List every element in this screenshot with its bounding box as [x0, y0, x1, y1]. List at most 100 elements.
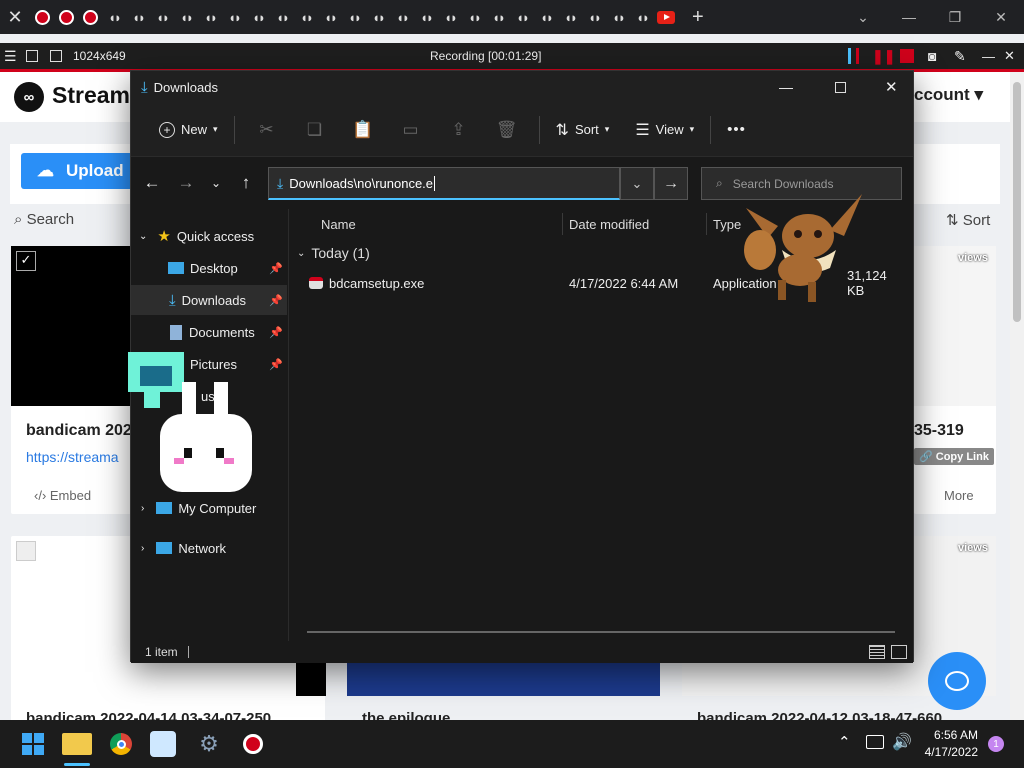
streamable-logo-icon[interactable]: ∞ [14, 82, 44, 112]
audio-tab-icon[interactable]: ◖◗ [606, 5, 630, 29]
region-icon[interactable] [50, 50, 62, 62]
group-header[interactable]: ⌄ Today (1) [297, 245, 370, 261]
pin-icon[interactable]: 📌 [269, 262, 283, 275]
address-bar[interactable]: ⤓ Downloads\no\runonce.e [268, 167, 620, 200]
audio-tab-icon[interactable]: ◖◗ [102, 5, 126, 29]
audio-tab-icon[interactable]: ◖◗ [246, 5, 270, 29]
forward-arrow-icon[interactable]: → [171, 168, 201, 198]
video-title[interactable]: bandicam 202 [26, 422, 132, 440]
column-date-modified[interactable]: Date modified [569, 217, 649, 232]
audio-tab-icon[interactable]: ◖◗ [342, 5, 366, 29]
paste-icon[interactable]: 📋 [339, 120, 387, 140]
copy-link-button[interactable]: 🔗 Copy Link [914, 448, 994, 465]
back-arrow-icon[interactable]: ← [137, 168, 167, 198]
select-checkbox[interactable]: ✓ [16, 251, 36, 271]
nav-downloads[interactable]: ⤓ Downloads 📌 [131, 285, 287, 315]
new-tab-button[interactable]: + [692, 6, 704, 29]
pencil-icon[interactable]: ✎ [954, 48, 966, 65]
settings-gear-icon[interactable]: ⚙ [194, 729, 224, 759]
audio-tab-icon[interactable]: ◖◗ [486, 5, 510, 29]
video-title[interactable]: the epilogue [362, 710, 450, 720]
audio-tab-icon[interactable]: ◖◗ [150, 5, 174, 29]
bandicam-taskbar-icon[interactable] [238, 729, 268, 759]
video-link[interactable]: https://streama [26, 449, 119, 465]
close-window-button[interactable]: ✕ [978, 0, 1024, 34]
audio-tab-icon[interactable]: ◖◗ [222, 5, 246, 29]
column-type[interactable]: Type [713, 217, 741, 232]
upload-button[interactable]: ☁ Upload [21, 153, 136, 189]
tiles-view-icon[interactable] [891, 645, 907, 659]
clock-time[interactable]: 6:56 AM [920, 728, 978, 742]
horizontal-scrollbar[interactable] [307, 631, 895, 633]
view-button[interactable]: ☰ View ▾ [627, 114, 702, 146]
chevron-up-icon[interactable]: ⌃ [838, 733, 851, 751]
close-tab-icon[interactable]: ✕ [0, 7, 30, 28]
file-explorer-taskbar-icon[interactable] [62, 733, 92, 755]
embed-button[interactable]: ‹/› Embed [34, 488, 91, 503]
copy-icon[interactable]: ❏ [291, 120, 339, 140]
nav-desktop[interactable]: Desktop 📌 [131, 253, 287, 283]
audio-tab-icon[interactable]: ◖◗ [414, 5, 438, 29]
audio-tab-icon[interactable]: ◖◗ [510, 5, 534, 29]
nav-my-computer[interactable]: › My Computer [131, 493, 287, 523]
new-button[interactable]: + New ▾ [151, 114, 226, 146]
audio-tab-icon[interactable]: ◖◗ [270, 5, 294, 29]
audio-tab-icon[interactable]: ◖◗ [438, 5, 462, 29]
audio-tab-icon[interactable]: ◖◗ [126, 5, 150, 29]
chevron-down-icon[interactable]: ⌄ [840, 0, 886, 34]
display-icon[interactable] [866, 735, 884, 749]
maximize-button[interactable] [835, 81, 846, 93]
nav-quick-access[interactable]: ⌄ ★ Quick access [131, 221, 287, 251]
sort-button[interactable]: ⇅ Sort ▾ [548, 114, 618, 146]
cut-icon[interactable]: ✂ [243, 120, 291, 140]
audio-tab-icon[interactable]: ◖◗ [198, 5, 222, 29]
windows-start-icon[interactable] [18, 729, 48, 759]
nav-network[interactable]: › Network [131, 533, 287, 563]
share-icon[interactable]: ⇪ [435, 120, 483, 140]
pin-icon[interactable]: 📌 [269, 358, 283, 371]
minimize-button[interactable]: — [886, 0, 932, 34]
pause-icon[interactable]: ❚❚ [872, 48, 895, 65]
audio-tab-icon[interactable]: ◖◗ [318, 5, 342, 29]
video-title[interactable]: bandicam 2022-04-12 03-18-47-660 [697, 710, 942, 720]
up-arrow-icon[interactable]: ↑ [231, 168, 261, 198]
chrome-taskbar-icon[interactable] [106, 729, 136, 759]
audio-tab-icon[interactable]: ◖◗ [462, 5, 486, 29]
delete-icon[interactable]: 🗑 [483, 120, 531, 140]
account-menu[interactable]: ccount ▾ [914, 85, 983, 105]
video-title[interactable]: bandicam 2022-04-14 03-34-07-250 [26, 710, 271, 720]
notification-badge[interactable]: 1 [988, 736, 1004, 752]
sort-link[interactable]: ⇅ Sort [946, 211, 990, 229]
nav-documents[interactable]: Documents 📌 [131, 317, 287, 347]
youtube-tab-icon[interactable] [654, 5, 678, 29]
select-checkbox[interactable] [16, 541, 36, 561]
audio-tab-icon[interactable]: ◖◗ [366, 5, 390, 29]
record-tab-icon[interactable] [78, 5, 102, 29]
record-tab-icon[interactable] [30, 5, 54, 29]
address-dropdown-icon[interactable]: ⌄ [620, 167, 654, 200]
recent-chevron-icon[interactable]: ⌄ [201, 168, 231, 198]
audio-tab-icon[interactable]: ◖◗ [582, 5, 606, 29]
minimize-button[interactable]: — [779, 79, 793, 95]
bunny-app-taskbar-icon[interactable] [150, 731, 176, 757]
page-scrollbar[interactable] [1010, 72, 1024, 720]
audio-tab-icon[interactable]: ◖◗ [630, 5, 654, 29]
video-thumbnail[interactable] [914, 246, 996, 406]
menu-icon[interactable]: ☰ [4, 48, 17, 65]
speaker-icon[interactable]: 🔊 [892, 732, 912, 752]
explorer-titlebar[interactable]: ⤓ Downloads — ✕ [131, 71, 913, 103]
go-arrow-icon[interactable]: → [654, 167, 688, 200]
chat-button[interactable] [928, 652, 986, 710]
stop-icon[interactable] [900, 49, 914, 63]
record-tab-icon[interactable] [54, 5, 78, 29]
audio-tab-icon[interactable]: ◖◗ [558, 5, 582, 29]
fullscreen-icon[interactable] [26, 50, 38, 62]
video-title[interactable]: 35-319 [914, 422, 964, 440]
minimize-recorder-button[interactable]: — [982, 49, 995, 64]
more-button[interactable]: More [944, 488, 974, 503]
close-button[interactable]: ✕ [885, 78, 898, 96]
address-input[interactable]: Downloads\no\runonce.e [289, 176, 433, 191]
more-options-button[interactable]: ••• [719, 114, 754, 146]
close-recorder-button[interactable]: ✕ [1004, 48, 1015, 64]
clock-date[interactable]: 4/17/2022 [920, 745, 978, 759]
